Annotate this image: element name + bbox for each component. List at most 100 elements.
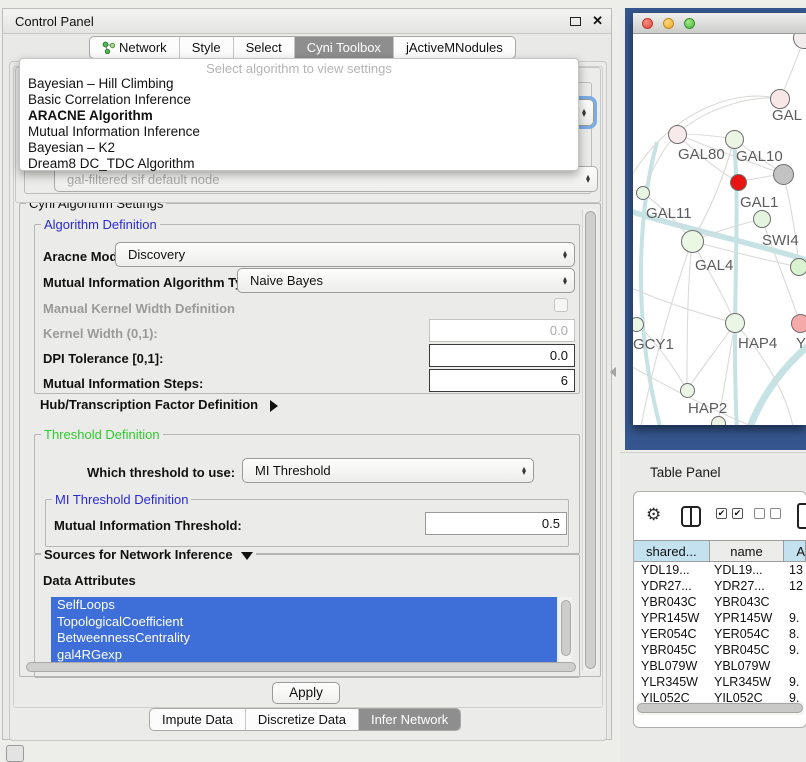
- gear-icon[interactable]: ⚙: [646, 505, 661, 525]
- dropdown-item-basic-correlation[interactable]: Basic Correlation Inference: [20, 92, 578, 108]
- data-attributes-label: Data Attributes: [43, 573, 136, 588]
- tab-jactivemnodules[interactable]: jActiveMNodules: [393, 37, 515, 58]
- columns-icon[interactable]: [681, 506, 701, 527]
- which-threshold-value: MI Threshold: [255, 463, 331, 478]
- which-threshold-combobox[interactable]: MI Threshold ▴▾: [242, 458, 534, 483]
- table-cell: 9.: [787, 674, 799, 690]
- settings-horizontal-scrollbar[interactable]: [24, 660, 578, 674]
- combobox-arrows-icon: ▴▾: [586, 175, 590, 183]
- tab-impute-data[interactable]: Impute Data: [150, 709, 245, 730]
- dropdown-item-mutual-information[interactable]: Mutual Information Inference: [20, 124, 578, 140]
- manual-kernel-checkbox[interactable]: [554, 298, 568, 312]
- graph-node[interactable]: [711, 416, 726, 426]
- table-cell: YIL052C: [711, 690, 787, 702]
- graph-node[interactable]: [681, 230, 704, 253]
- table-icon[interactable]: [797, 503, 806, 529]
- unchecked-checkbox-icon[interactable]: [754, 508, 765, 519]
- dropdown-item-aracne[interactable]: ARACNE Algorithm: [20, 108, 578, 124]
- collapse-arrow-icon[interactable]: [241, 552, 253, 560]
- tab-discretize-data[interactable]: Discretize Data: [245, 709, 358, 730]
- tab-infer-network[interactable]: Infer Network: [358, 709, 460, 730]
- apply-button[interactable]: Apply: [272, 682, 340, 704]
- hub-definition-expander[interactable]: Hub/Transcription Factor Definition: [40, 397, 278, 412]
- close-traffic-light-icon[interactable]: [642, 18, 653, 29]
- scrollbar-thumb[interactable]: [26, 662, 576, 672]
- table-row[interactable]: YPR145WYPR145W9.: [634, 610, 806, 626]
- hub-definition-label: Hub/Transcription Factor Definition: [40, 397, 258, 412]
- dropdown-item-dream8[interactable]: Dream8 DC_TDC Algorithm: [20, 156, 578, 172]
- mi-threshold-field[interactable]: 0.5: [425, 512, 567, 535]
- splitter-collapse-icon[interactable]: [610, 367, 616, 377]
- attributes-list-scrollbar[interactable]: [559, 597, 572, 663]
- table-row[interactable]: YBL079WYBL079W: [634, 658, 806, 674]
- control-panel-title: Control Panel: [15, 14, 94, 29]
- unchecked-checkbox-icon[interactable]: [770, 508, 781, 519]
- graph-node[interactable]: [725, 130, 744, 149]
- tab-cyni-toolbox[interactable]: Cyni Toolbox: [294, 37, 393, 58]
- graph-node[interactable]: [790, 258, 806, 276]
- table-cell: YLR345W: [634, 674, 711, 690]
- zoom-traffic-light-icon[interactable]: [684, 18, 695, 29]
- list-item-selfloops[interactable]: SelfLoops: [51, 597, 557, 614]
- table-row[interactable]: YIL052CYIL052C9.: [634, 690, 806, 702]
- graph-node[interactable]: [753, 210, 771, 228]
- checked-checkbox-icon[interactable]: ✔: [732, 508, 743, 519]
- graph-node[interactable]: [770, 89, 790, 109]
- table-header: shared... name A: [634, 540, 806, 562]
- table-cell: YDR27...: [634, 578, 711, 594]
- table-row[interactable]: YLR345WYLR345W9.: [634, 674, 806, 690]
- combobox-arrows-icon: ▴▾: [563, 277, 567, 285]
- graph-node[interactable]: [773, 164, 794, 185]
- list-item-topologicalcoefficient[interactable]: TopologicalCoefficient: [51, 614, 557, 631]
- docked-panel-icon[interactable]: [6, 745, 24, 762]
- table-panel-title: Table Panel: [650, 465, 721, 480]
- graph-node[interactable]: [791, 314, 806, 333]
- mi-steps-field[interactable]: 6: [429, 369, 575, 392]
- table-row[interactable]: YER054CYER054C8.: [634, 626, 806, 642]
- float-window-icon[interactable]: [570, 17, 581, 26]
- sources-title: Sources for Network Inference: [41, 547, 256, 562]
- scrollbar-thumb[interactable]: [561, 600, 571, 656]
- table-row[interactable]: YDL19...YDL19...13: [634, 562, 806, 578]
- graph-node[interactable]: [680, 383, 695, 398]
- table-cell: [787, 658, 789, 674]
- table-row[interactable]: YDR27...YDR27...12: [634, 578, 806, 594]
- mi-type-combobox[interactable]: Naive Bayes ▴▾: [237, 268, 575, 293]
- scrollbar-thumb[interactable]: [585, 211, 596, 669]
- mi-steps-label: Mutual Information Steps:: [43, 376, 203, 391]
- kernel-width-label: Kernel Width (0,1):: [43, 326, 158, 341]
- column-header-partial[interactable]: A: [784, 541, 806, 561]
- table-cell: YPR145W: [634, 610, 711, 626]
- aracne-mode-combobox[interactable]: Discovery ▴▾: [115, 242, 575, 267]
- minimize-traffic-light-icon[interactable]: [663, 18, 674, 29]
- control-panel-tabbar: Network Style Select Cyni Toolbox jActiv…: [89, 36, 516, 59]
- checked-checkbox-icon[interactable]: ✔: [716, 508, 727, 519]
- scrollbar-thumb[interactable]: [637, 703, 803, 713]
- close-icon[interactable]: ✕: [592, 13, 603, 29]
- dropdown-item-bayesian-k2[interactable]: Bayesian – K2: [20, 140, 578, 156]
- table-row[interactable]: YBR043CYBR043C: [634, 594, 806, 610]
- graph-node[interactable]: [633, 317, 644, 332]
- tab-style[interactable]: Style: [179, 37, 233, 58]
- column-header-shared-name[interactable]: shared...: [634, 541, 710, 561]
- graph-node[interactable]: [730, 174, 747, 191]
- network-canvas[interactable]: GALGAL80GAL10GAL11GAL1SWI4GAL4GCY1HAP4YH…: [633, 34, 806, 425]
- table-cell: YBL079W: [634, 658, 711, 674]
- graph-node-label: SWI4: [762, 232, 799, 249]
- column-header-name[interactable]: name: [710, 541, 785, 561]
- graph-node[interactable]: [636, 186, 650, 200]
- tab-select[interactable]: Select: [233, 37, 294, 58]
- dpi-tolerance-field[interactable]: 0.0: [429, 344, 575, 367]
- network-source-value: gal-filtered sif default node: [67, 172, 219, 187]
- table-row[interactable]: YBR045CYBR045C9.: [634, 642, 806, 658]
- graph-node[interactable]: [668, 125, 687, 144]
- list-item-betweennesscentrality[interactable]: BetweennessCentrality: [51, 630, 557, 647]
- data-attributes-list[interactable]: SelfLoops TopologicalCoefficient Between…: [51, 597, 557, 663]
- table-horizontal-scrollbar[interactable]: [636, 702, 804, 715]
- table-cell: YBR045C: [634, 642, 711, 658]
- kernel-width-field[interactable]: 0.0: [429, 319, 575, 342]
- settings-vertical-scrollbar[interactable]: [582, 209, 597, 671]
- dropdown-item-bayesian-hill-climbing[interactable]: Bayesian – Hill Climbing: [20, 76, 578, 92]
- tab-network[interactable]: Network: [90, 37, 179, 58]
- graph-node[interactable]: [725, 313, 745, 333]
